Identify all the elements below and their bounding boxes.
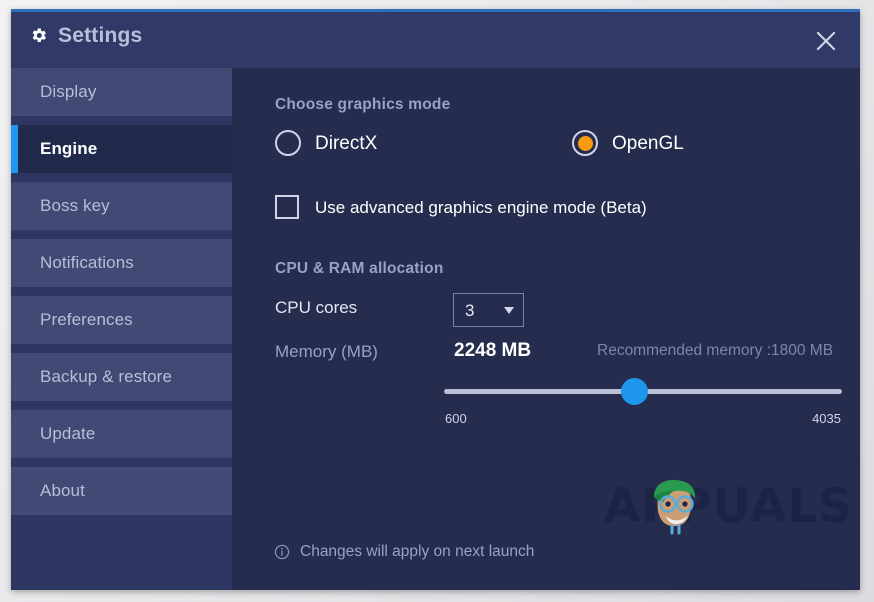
info-circle-icon xyxy=(274,544,290,560)
title-bar: Settings xyxy=(11,12,860,68)
close-icon xyxy=(816,31,836,51)
memory-recommendation: Recommended memory :1800 MB xyxy=(597,342,834,359)
cpu-cores-select[interactable]: 3 xyxy=(453,293,524,327)
memory-slider-min-label: 600 xyxy=(445,411,467,426)
cpu-ram-section-title: CPU & RAM allocation xyxy=(275,260,444,277)
sidebar-item-label: Preferences xyxy=(40,310,133,329)
sidebar-item-label: Backup & restore xyxy=(40,367,172,386)
sidebar-nav: Display Engine Boss key Notifications Pr… xyxy=(11,68,232,590)
radio-circle-selected-icon xyxy=(572,130,598,156)
radio-option-directx[interactable]: DirectX xyxy=(275,130,377,156)
settings-window: Settings Display Engine Boss key Notific… xyxy=(11,9,860,590)
chevron-down-icon xyxy=(504,306,514,314)
sidebar-item-update[interactable]: Update xyxy=(11,410,232,458)
settings-content-panel: Choose graphics mode DirectX OpenGL Use … xyxy=(232,68,860,590)
sidebar-item-boss-key[interactable]: Boss key xyxy=(11,182,232,230)
sidebar-item-label: Engine xyxy=(40,139,98,158)
sidebar-item-label: Display xyxy=(40,82,97,101)
sidebar-item-engine[interactable]: Engine xyxy=(11,125,232,173)
radio-option-opengl[interactable]: OpenGL xyxy=(572,130,684,156)
sidebar-item-backup-restore[interactable]: Backup & restore xyxy=(11,353,232,401)
watermark-mascot-icon xyxy=(654,479,696,535)
cpu-cores-label: CPU cores xyxy=(275,298,358,317)
sidebar-item-label: Notifications xyxy=(40,253,134,272)
memory-slider-handle[interactable] xyxy=(621,378,649,405)
watermark-text: APPUALS xyxy=(604,479,854,534)
window-title: Settings xyxy=(58,24,143,47)
sidebar-item-notifications[interactable]: Notifications xyxy=(11,239,232,287)
radio-circle-icon xyxy=(275,130,301,156)
sidebar-item-label: Boss key xyxy=(40,196,110,215)
memory-row: Memory (MB) 2248 MB Recommended memory :… xyxy=(275,340,855,366)
radio-option-label: DirectX xyxy=(315,132,378,154)
advanced-graphics-checkbox-label: Use advanced graphics engine mode (Beta) xyxy=(315,197,647,217)
cpu-cores-value: 3 xyxy=(465,300,475,320)
sidebar-item-about[interactable]: About xyxy=(11,467,232,515)
memory-value: 2248 MB xyxy=(454,340,532,361)
graphics-mode-section-title: Choose graphics mode xyxy=(275,96,451,113)
memory-label: Memory (MB) xyxy=(275,342,378,361)
sidebar-item-label: About xyxy=(40,481,85,500)
appuals-watermark: APPUALS xyxy=(604,477,852,539)
sidebar-item-preferences[interactable]: Preferences xyxy=(11,296,232,344)
close-button[interactable] xyxy=(800,19,852,63)
graphics-mode-radio-group: DirectX OpenGL xyxy=(275,130,815,164)
checkbox-icon xyxy=(275,195,299,219)
advanced-graphics-checkbox-row[interactable]: Use advanced graphics engine mode (Beta) xyxy=(275,195,647,219)
memory-slider-max-label: 4035 xyxy=(812,411,841,426)
sidebar-item-display[interactable]: Display xyxy=(11,68,232,116)
footer-note: Changes will apply on next launch xyxy=(274,544,534,560)
sidebar-item-label: Update xyxy=(40,424,96,443)
footer-note-text: Changes will apply on next launch xyxy=(300,543,535,561)
title-group: Settings xyxy=(29,25,142,46)
memory-slider[interactable]: 600 4035 xyxy=(444,378,842,436)
screenshot-root: Settings Display Engine Boss key Notific… xyxy=(0,0,874,602)
radio-option-label: OpenGL xyxy=(612,132,684,154)
gear-icon xyxy=(32,28,46,42)
cpu-cores-row: CPU cores 3 xyxy=(275,293,815,327)
